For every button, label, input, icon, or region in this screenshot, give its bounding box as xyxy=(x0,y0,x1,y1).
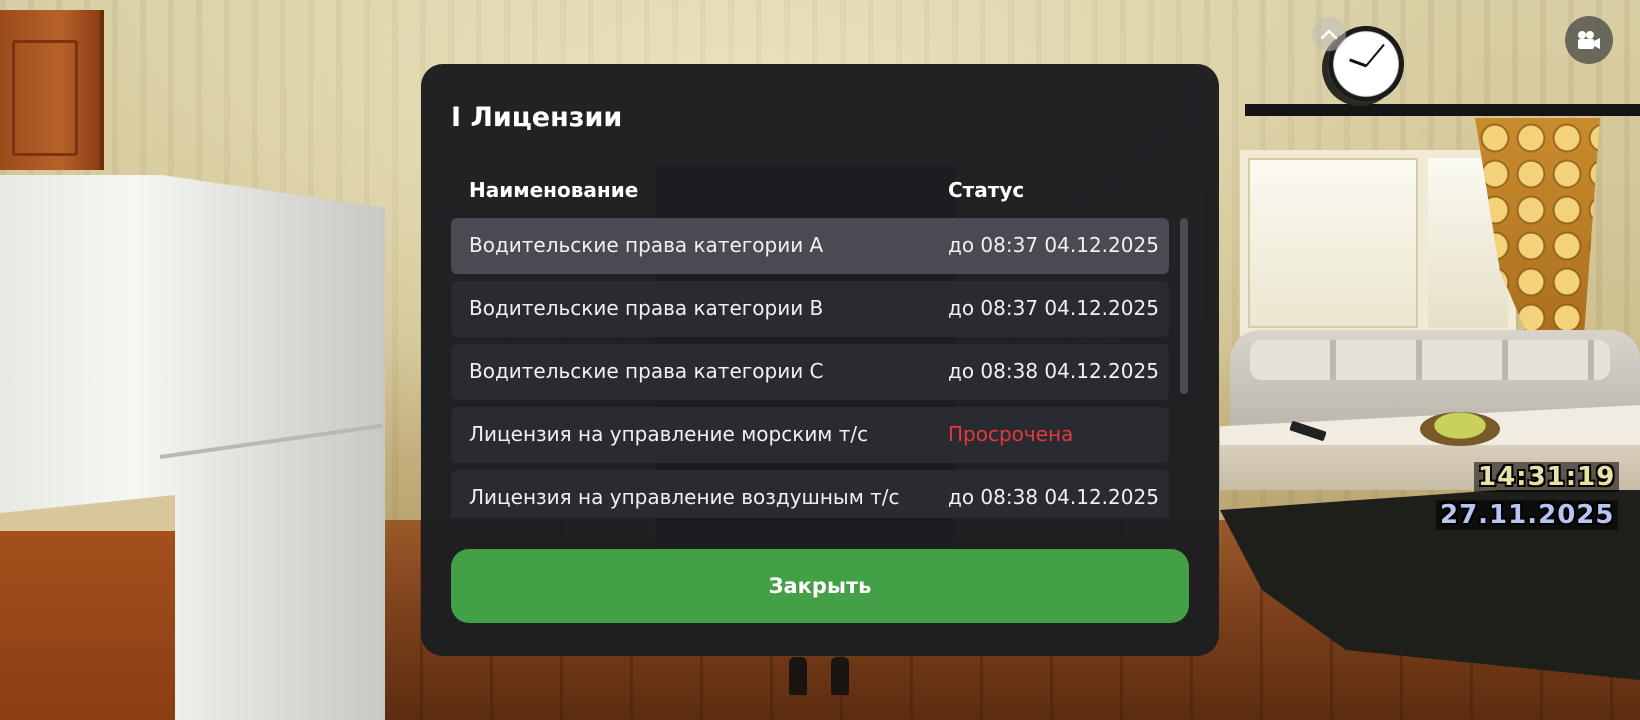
license-row[interactable]: Лицензия на управление морским т/с Проср… xyxy=(451,407,1169,463)
license-status: до 08:37 04.12.2025 xyxy=(948,233,1159,257)
license-status-expired: Просрочена xyxy=(948,422,1074,446)
license-name: Лицензия на управление воздушным т/с xyxy=(469,485,900,509)
licenses-list[interactable]: Водительские права категории A до 08:37 … xyxy=(451,218,1171,518)
license-name: Водительские права категории B xyxy=(469,296,824,320)
room-window xyxy=(1240,150,1426,336)
license-row[interactable]: Водительские права категории A до 08:37 … xyxy=(451,218,1169,274)
license-status: до 08:38 04.12.2025 xyxy=(948,485,1159,509)
list-scrollbar[interactable] xyxy=(1180,218,1188,394)
license-name: Водительские права категории C xyxy=(469,359,824,383)
dialog-title: I Лицензии xyxy=(451,102,623,133)
license-status: до 08:37 04.12.2025 xyxy=(948,296,1159,320)
license-name: Лицензия на управление морским т/с xyxy=(469,422,869,446)
license-status: до 08:38 04.12.2025 xyxy=(948,359,1159,383)
hud-clock-date: 27.11.2025 xyxy=(1436,500,1619,530)
game-viewport: 14:31:19 27.11.2025 I Лицензии Наименова… xyxy=(0,0,1640,720)
chevron-up-icon[interactable] xyxy=(1312,17,1346,51)
kitchen-cabinet xyxy=(0,10,104,170)
license-row[interactable]: Лицензия на управление воздушным т/с до … xyxy=(451,470,1169,518)
fruit-bowl xyxy=(1420,412,1500,446)
licenses-dialog: I Лицензии Наименование Статус Водительс… xyxy=(421,64,1219,656)
wall-shelf xyxy=(1245,104,1640,116)
column-header-status: Статус xyxy=(948,178,1025,202)
video-camera-icon[interactable] xyxy=(1565,16,1613,64)
column-header-name: Наименование xyxy=(469,178,639,202)
license-row[interactable]: Водительские права категории C до 08:38 … xyxy=(451,344,1169,400)
player-feet xyxy=(785,655,855,695)
hud-clock-time: 14:31:19 xyxy=(1474,462,1620,492)
close-button[interactable]: Закрыть xyxy=(451,549,1189,623)
license-row[interactable]: Водительские права категории B до 08:37 … xyxy=(451,281,1169,337)
kitchen-counter xyxy=(0,495,175,720)
license-name: Водительские права категории A xyxy=(469,233,824,257)
